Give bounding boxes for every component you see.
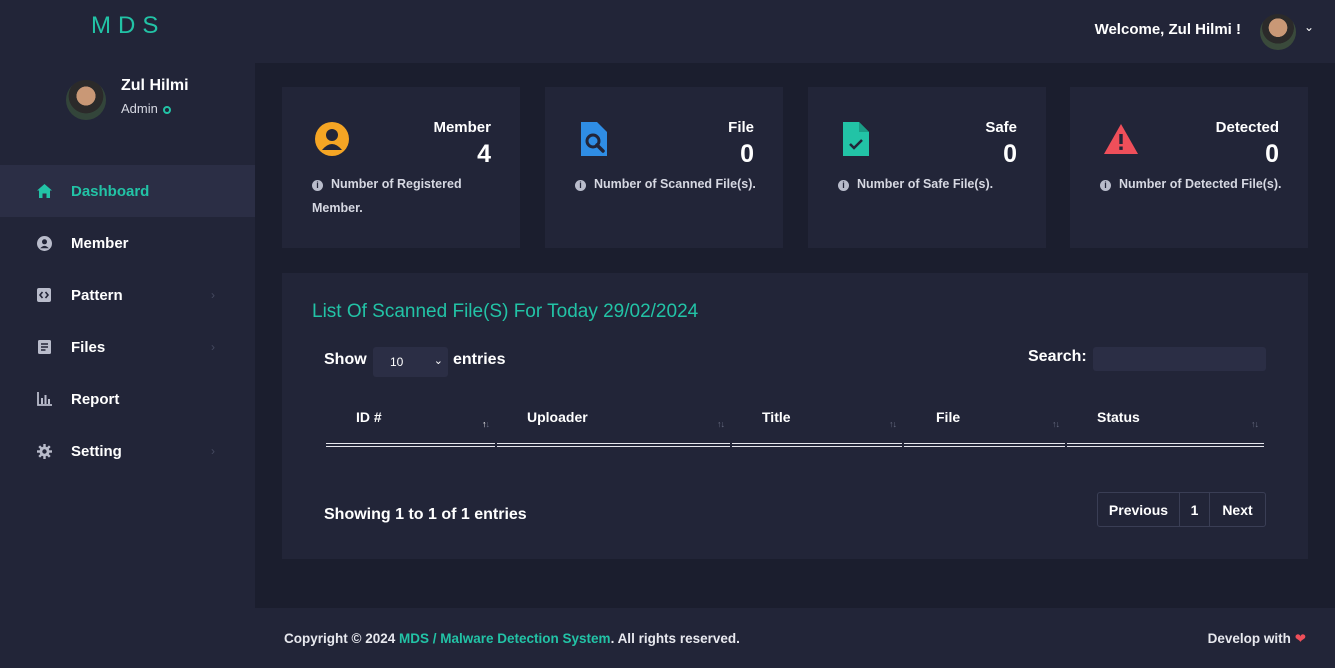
- card-value: 0: [1265, 140, 1279, 168]
- card-title: File: [728, 119, 754, 136]
- scanned-files-panel: List Of Scanned File(S) For Today 29/02/…: [282, 273, 1308, 559]
- sidebar-item-files[interactable]: Files ›: [0, 321, 255, 373]
- sort-icon: ↑↓: [482, 419, 490, 429]
- sort-icon: ↑↓: [1251, 419, 1259, 429]
- sidebar: Zul Hilmi Admin Dashboard Member Pattern…: [0, 63, 255, 668]
- sidebar-item-label: Dashboard: [71, 182, 150, 200]
- column-header-label: ID #: [356, 409, 382, 425]
- column-header-id[interactable]: ID # ↑↓: [326, 393, 495, 447]
- avatar: [66, 80, 106, 120]
- sidebar-item-member[interactable]: Member: [0, 217, 255, 269]
- entries-select-value: 10: [390, 355, 404, 369]
- column-header-label: Title: [762, 409, 791, 425]
- column-header-label: Status: [1097, 409, 1140, 425]
- home-icon: [36, 183, 52, 199]
- card-description-text: Number of Safe File(s).: [857, 177, 994, 191]
- card-description-text: Number of Detected File(s).: [1119, 177, 1282, 191]
- develop-text: Develop with: [1207, 631, 1291, 646]
- column-header-label: Uploader: [527, 409, 588, 425]
- card-title: Detected: [1215, 119, 1279, 136]
- chevron-right-icon: ›: [211, 288, 215, 302]
- brand-logo[interactable]: MDS: [91, 12, 165, 40]
- chevron-right-icon: ›: [211, 444, 215, 458]
- bar-chart-icon: [36, 391, 52, 407]
- user-name: Zul Hilmi: [121, 77, 189, 94]
- card-description: i Number of Detected File(s).: [1100, 172, 1290, 196]
- footer-link[interactable]: MDS / Malware Detection System: [399, 631, 611, 646]
- sidebar-item-report[interactable]: Report: [0, 373, 255, 425]
- card-safe: Safe 0 i Number of Safe File(s).: [808, 87, 1046, 248]
- table-info: Showing 1 to 1 of 1 entries: [324, 506, 527, 523]
- sidebar-item-label: Member: [71, 234, 129, 252]
- card-title: Member: [433, 119, 491, 136]
- panel-title: List Of Scanned File(S) For Today 29/02/…: [312, 301, 699, 322]
- sidebar-item-setting[interactable]: Setting ›: [0, 425, 255, 477]
- card-description: i Number of Safe File(s).: [838, 172, 1028, 196]
- avatar[interactable]: [1260, 14, 1296, 50]
- footer: Copyright © 2024 MDS / Malware Detection…: [255, 608, 1335, 668]
- file-search-icon: [577, 121, 613, 157]
- entries-label: entries: [453, 351, 506, 368]
- show-label: Show: [324, 351, 367, 368]
- sidebar-item-dashboard[interactable]: Dashboard: [0, 165, 255, 217]
- card-value: 0: [1003, 140, 1017, 168]
- card-description-text: Number of Registered Member.: [312, 177, 462, 215]
- search-input[interactable]: [1093, 347, 1266, 371]
- sidebar-item-pattern[interactable]: Pattern ›: [0, 269, 255, 321]
- user-circle-icon: [36, 235, 52, 251]
- card-detected: Detected 0 i Number of Detected File(s).: [1070, 87, 1308, 248]
- column-header-label: File: [936, 409, 961, 425]
- info-icon: i: [575, 180, 586, 191]
- card-member: Member 4 i Number of Registered Member.: [282, 87, 520, 248]
- document-icon: [36, 339, 52, 355]
- chevron-down-icon[interactable]: ⌄: [1304, 20, 1314, 34]
- sort-icon: ↑↓: [889, 419, 897, 429]
- card-description: i Number of Registered Member.: [312, 172, 502, 220]
- user-circle-icon: [314, 121, 350, 157]
- card-description: i Number of Scanned File(s).: [575, 172, 765, 196]
- code-icon: [36, 287, 52, 303]
- file-check-icon: [840, 121, 876, 157]
- info-icon: i: [838, 180, 849, 191]
- sidebar-item-label: Files: [71, 338, 106, 356]
- column-header-file[interactable]: File ↑↓: [904, 393, 1065, 447]
- welcome-text: Welcome, Zul Hilmi !: [1094, 21, 1241, 38]
- card-value: 4: [477, 140, 491, 168]
- card-description-text: Number of Scanned File(s).: [594, 177, 756, 191]
- online-status-icon: [162, 105, 171, 114]
- next-button[interactable]: Next: [1210, 493, 1265, 526]
- top-bar: MDS Welcome, Zul Hilmi ! ⌄: [0, 0, 1335, 63]
- copyright: Copyright © 2024 MDS / Malware Detection…: [284, 631, 740, 646]
- sort-icon: ↑↓: [717, 419, 725, 429]
- sidebar-item-label: Setting: [71, 442, 122, 460]
- column-header-title[interactable]: Title ↑↓: [732, 393, 902, 447]
- pagination: Previous 1 Next: [1097, 492, 1266, 527]
- info-icon: i: [312, 180, 323, 191]
- copyright-prefix: Copyright © 2024: [284, 631, 399, 646]
- sidebar-item-label: Pattern: [71, 286, 123, 304]
- user-role: Admin: [121, 101, 171, 116]
- entries-select[interactable]: 10 ⌄: [373, 347, 448, 377]
- user-role-label: Admin: [121, 101, 158, 116]
- warning-icon: [1102, 121, 1138, 157]
- page-button-1[interactable]: 1: [1180, 493, 1210, 526]
- previous-button[interactable]: Previous: [1098, 493, 1180, 526]
- copyright-suffix: . All rights reserved.: [610, 631, 740, 646]
- sidebar-item-label: Report: [71, 390, 120, 408]
- card-value: 0: [740, 140, 754, 168]
- info-icon: i: [1100, 180, 1111, 191]
- gear-icon: [36, 443, 52, 459]
- develop-credit: Develop with ❤: [1208, 631, 1306, 647]
- card-file: File 0 i Number of Scanned File(s).: [545, 87, 783, 248]
- column-header-uploader[interactable]: Uploader ↑↓: [497, 393, 730, 447]
- card-title: Safe: [985, 119, 1017, 136]
- sort-icon: ↑↓: [1052, 419, 1060, 429]
- chevron-right-icon: ›: [211, 340, 215, 354]
- chevron-down-icon: ⌄: [433, 355, 443, 367]
- heart-icon: ❤: [1294, 631, 1306, 646]
- search-label: Search:: [1028, 348, 1087, 365]
- column-header-status[interactable]: Status ↑↓: [1067, 393, 1264, 447]
